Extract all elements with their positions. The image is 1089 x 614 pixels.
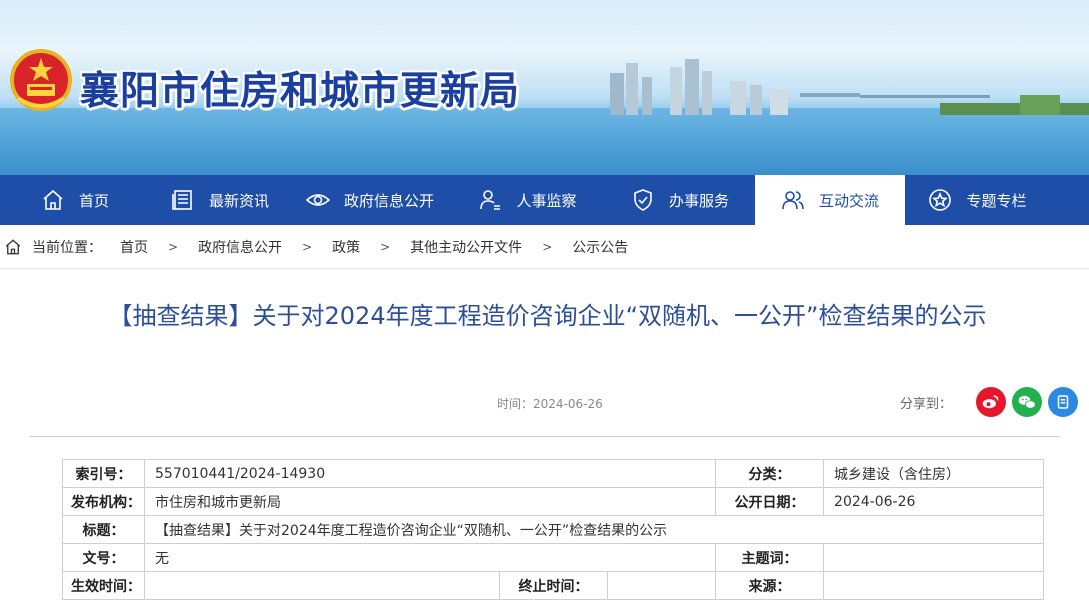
meta-value [823, 543, 1045, 572]
meta-value: 市住房和城市更新局 [143, 487, 717, 516]
home-icon [43, 189, 63, 210]
meta-value [823, 571, 1045, 600]
meta-value: 无 [143, 543, 717, 572]
nav-label: 最新资讯 [208, 191, 269, 210]
nav-item-gov-info[interactable]: 政府信息公开 [290, 175, 450, 225]
document-meta-table: 索引号： 557010441/2024-14930 分类： 城乡建设（含住房） … [62, 459, 1045, 600]
breadcrumb-link[interactable]: 政策 [332, 237, 360, 257]
meta-value: 城乡建设（含住房） [823, 459, 1045, 488]
users-icon [782, 191, 804, 210]
nav-label: 专题专栏 [966, 191, 1027, 210]
meta-value: 【抽查结果】关于对2024年度工程造价咨询企业“双随机、一公开”检查结果的公示 [143, 515, 1045, 544]
table-row: 生效时间： 终止时间： 来源： [62, 571, 1045, 600]
nav-label: 人事监察 [516, 191, 577, 210]
meta-key: 分类： [715, 459, 825, 488]
breadcrumb-link[interactable]: 公示公告 [572, 237, 628, 257]
banner-river [0, 108, 1089, 175]
breadcrumb-link[interactable]: 政府信息公开 [198, 237, 282, 257]
meta-key: 文号： [62, 543, 145, 572]
table-row: 文号： 无 主题词： [62, 543, 1045, 572]
home-icon [5, 238, 21, 254]
nav-label: 政府信息公开 [343, 191, 434, 210]
breadcrumb-link[interactable]: 其他主动公开文件 [410, 237, 522, 257]
share-weibo-button[interactable] [976, 387, 1007, 417]
banner-skyline [610, 59, 1089, 115]
table-row: 标题： 【抽查结果】关于对2024年度工程造价咨询企业“双随机、一公开”检查结果… [62, 515, 1045, 544]
breadcrumb-separator: > [168, 239, 179, 254]
table-row: 发布机构： 市住房和城市更新局 公开日期： 2024-06-26 [62, 487, 1045, 516]
nav-item-home[interactable]: 首页 [0, 175, 150, 225]
breadcrumb-prefix: 当前位置： [32, 239, 102, 256]
meta-key: 生效时间： [62, 571, 145, 600]
meta-key: 终止时间： [499, 571, 608, 600]
user-icon [480, 190, 501, 210]
nav-item-news[interactable]: 最新资讯 [150, 175, 290, 225]
meta-key: 来源： [715, 571, 825, 600]
article-title: 【抽查结果】关于对2024年度工程造价咨询企业“双随机、一公开”检查结果的公示 [108, 302, 987, 330]
breadcrumb-link[interactable]: 首页 [120, 237, 148, 257]
national-emblem-icon [10, 49, 72, 111]
divider [30, 436, 1060, 437]
site-title: 襄阳市住房和城市更新局 [80, 69, 521, 114]
meta-value: 557010441/2024-14930 [143, 459, 717, 488]
meta-value: 2024-06-26 [823, 487, 1045, 516]
nav-item-topics[interactable]: 专题专栏 [905, 175, 1050, 225]
share-wechat-button[interactable] [1012, 387, 1043, 417]
meta-key: 标题： [62, 515, 145, 544]
breadcrumb: 当前位置： 首页 > 政府信息公开 > 政策 > 其他主动公开文件 > 公示公告 [0, 225, 1089, 269]
meta-key: 发布机构： [62, 487, 145, 516]
site-banner: 襄阳市住房和城市更新局 [0, 0, 1089, 175]
nav-label: 首页 [78, 191, 109, 210]
nav-item-services[interactable]: 办事服务 [605, 175, 755, 225]
main-nav: 首页 最新资讯 政府信息公开 人事监察 办事服务 互动交流 专题专栏 [0, 175, 1089, 225]
nav-item-interaction[interactable]: 互动交流 [755, 175, 905, 225]
breadcrumb-separator: > [380, 239, 391, 254]
breadcrumb-separator: > [302, 239, 313, 254]
news-icon [172, 190, 192, 210]
article-time: 时间：2024-06-26 [497, 397, 603, 411]
nav-label: 办事服务 [668, 191, 729, 210]
table-row: 索引号： 557010441/2024-14930 分类： 城乡建设（含住房） [62, 459, 1045, 488]
shield-icon [634, 189, 652, 211]
share-label: 分享到： [900, 396, 953, 412]
nav-label: 互动交流 [818, 191, 879, 210]
meta-value [606, 571, 717, 600]
weibo-icon [982, 395, 999, 409]
star-icon [929, 189, 952, 211]
nav-item-personnel[interactable]: 人事监察 [450, 175, 605, 225]
meta-key: 公开日期： [715, 487, 825, 516]
breadcrumb-separator: > [542, 239, 553, 254]
wechat-icon [1018, 395, 1036, 409]
copy-icon [1057, 395, 1069, 409]
meta-value [144, 571, 500, 600]
meta-key: 主题词： [715, 543, 825, 572]
share-more-button[interactable] [1048, 387, 1079, 417]
meta-key: 索引号： [62, 459, 145, 488]
eye-icon [305, 194, 330, 206]
share-bar: 分享到： [900, 387, 1079, 417]
